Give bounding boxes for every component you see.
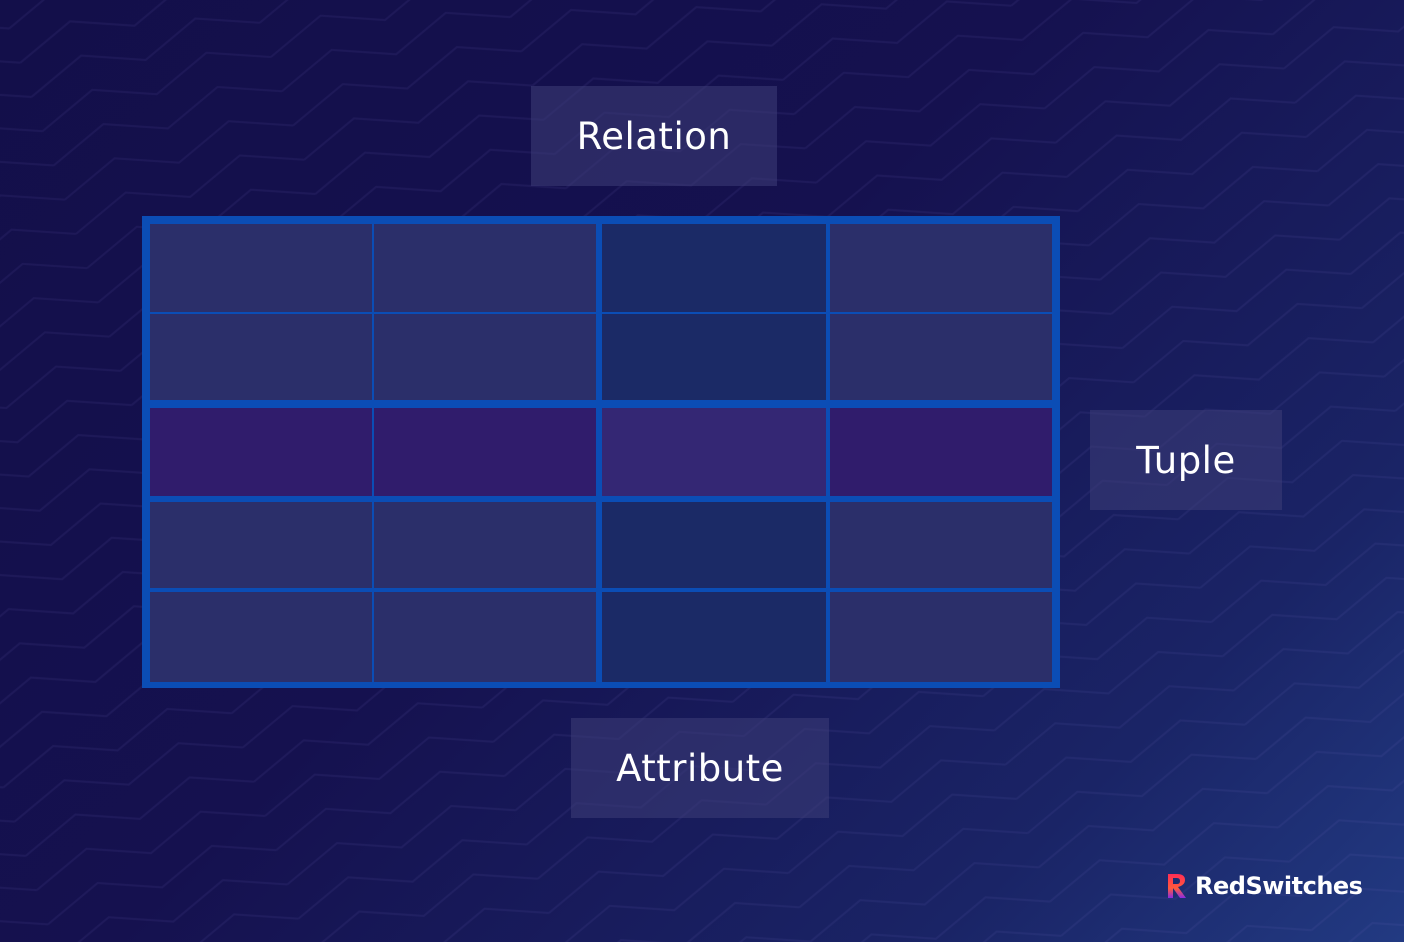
attribute-column-cell (602, 592, 826, 682)
attribute-label-text: Attribute (616, 746, 784, 790)
brand-name: RedSwitches (1195, 872, 1363, 900)
tuple-label-text: Tuple (1136, 438, 1236, 482)
table-cell (830, 592, 1052, 682)
table-cell (830, 224, 1052, 312)
table-cell (374, 224, 596, 312)
redswitches-logo-icon (1168, 874, 1186, 898)
relation-table (142, 216, 1060, 688)
tuple-row-cell (602, 408, 826, 496)
relation-label-text: Relation (576, 114, 732, 158)
table-cell (374, 592, 596, 682)
attribute-column-cell (602, 224, 826, 312)
tuple-label: Tuple (1090, 410, 1282, 510)
table-cell (830, 502, 1052, 588)
relation-label: Relation (531, 86, 777, 186)
tuple-row-cell (830, 408, 1052, 496)
table-cell (150, 592, 372, 682)
brand-logo: RedSwitches (1165, 872, 1363, 900)
tuple-row-cell (150, 408, 372, 496)
table-cell (150, 314, 372, 400)
attribute-label: Attribute (571, 718, 829, 818)
tuple-row-cell (374, 408, 596, 496)
table-cell (374, 502, 596, 588)
table-cell (830, 314, 1052, 400)
attribute-column-cell (602, 314, 826, 400)
table-cell (374, 314, 596, 400)
table-cell (150, 502, 372, 588)
table-cell (150, 224, 372, 312)
attribute-column-cell (602, 502, 826, 588)
